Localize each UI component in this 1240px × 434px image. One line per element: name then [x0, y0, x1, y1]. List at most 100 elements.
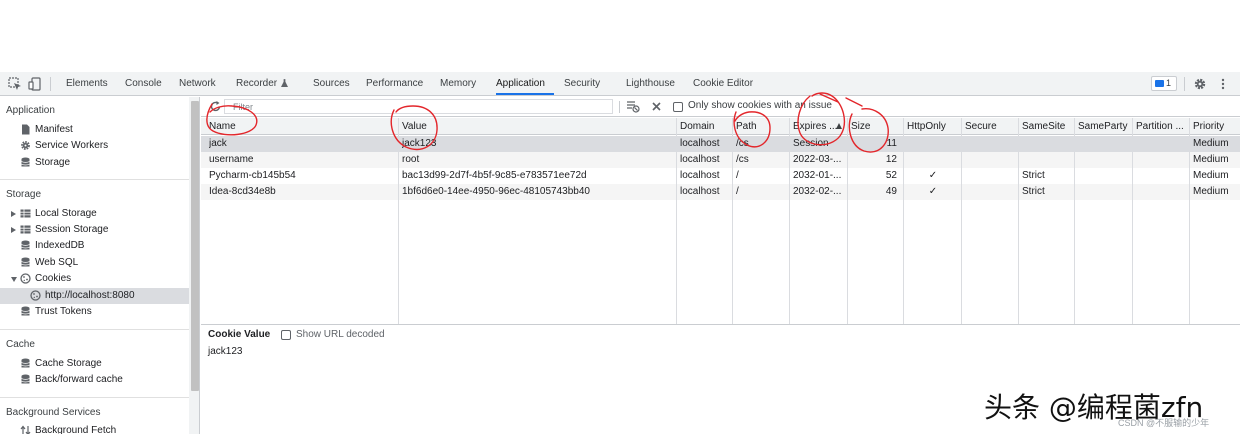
tab-performance[interactable]: Performance — [366, 72, 423, 95]
column-divider[interactable] — [847, 118, 848, 324]
cell-priority: Medium — [1193, 138, 1229, 149]
show-url-decoded-checkbox[interactable] — [281, 330, 291, 340]
column-header-secure[interactable]: Secure — [965, 118, 1017, 135]
expanded-arrow-icon[interactable] — [11, 277, 17, 282]
sidebar-item-cache-storage[interactable]: Cache Storage — [0, 356, 189, 372]
settings-gear-icon[interactable] — [1193, 77, 1207, 91]
cell-size: 52 — [885, 170, 897, 181]
tab-memory[interactable]: Memory — [440, 72, 476, 95]
column-divider[interactable] — [1132, 118, 1133, 324]
tab-lighthouse[interactable]: Lighthouse — [626, 72, 675, 95]
sidebar-item-cookies[interactable]: Cookies — [0, 271, 189, 287]
column-header-priority[interactable]: Priority — [1193, 118, 1238, 135]
cell-priority: Medium — [1193, 170, 1229, 181]
cell-secure — [965, 168, 1017, 184]
column-divider[interactable] — [1018, 118, 1019, 324]
cookie-icon — [30, 290, 41, 301]
cell-name: jack — [209, 138, 227, 149]
table-row[interactable]: Idea-8cd34e8b 1bf6d6e0-14ee-4950-96ec-481… — [201, 184, 1240, 200]
section-divider — [0, 329, 189, 330]
column-header-value[interactable]: Value — [402, 118, 672, 135]
column-header-domain[interactable]: Domain — [680, 118, 732, 135]
tab-security[interactable]: Security — [564, 72, 600, 95]
sidebar-item-local-storage[interactable]: Local Storage — [0, 206, 189, 222]
clear-filtered-cookies-icon[interactable] — [626, 100, 640, 113]
sidebar-item-background-fetch[interactable]: Background Fetch — [0, 423, 189, 434]
column-divider[interactable] — [732, 118, 733, 324]
column-header-partition[interactable]: Partition ... — [1136, 118, 1188, 135]
table-row[interactable]: Pycharm-cb145b54 bac13d99-2d7f-4b5f-9c85-… — [201, 168, 1240, 184]
section-header-storage: Storage — [6, 189, 42, 200]
cell-name: username — [209, 154, 254, 165]
sidebar-item-label: Storage — [35, 157, 71, 168]
cell-domain: localhost — [680, 170, 720, 181]
database-icon — [21, 374, 30, 384]
cell-expires: Session — [793, 138, 829, 149]
collapsed-arrow-icon[interactable] — [11, 226, 16, 233]
cell-expires: 2032-02-... — [793, 186, 842, 197]
column-header-name[interactable]: Name — [209, 118, 394, 135]
sidebar-item-storage[interactable]: Storage — [0, 155, 189, 171]
sidebar-item-label: Session Storage — [35, 224, 109, 235]
column-header-path[interactable]: Path — [736, 118, 788, 135]
device-toolbar-icon[interactable] — [28, 77, 42, 91]
tab-sources[interactable]: Sources — [313, 72, 350, 95]
sidebar-item-web-sql[interactable]: Web SQL — [0, 255, 189, 271]
sidebar-scrollbar-thumb[interactable] — [191, 101, 199, 391]
column-divider[interactable] — [1074, 118, 1075, 324]
refresh-icon[interactable] — [209, 100, 222, 113]
gear-icon — [21, 141, 30, 150]
cell-sameparty — [1078, 136, 1130, 152]
arrows-icon — [20, 425, 31, 434]
grid-icon — [20, 209, 31, 218]
only-issues-label: Only show cookies with an issue — [688, 100, 832, 111]
section-divider — [0, 179, 189, 180]
issues-counter-button[interactable]: 1 — [1151, 76, 1177, 91]
tab-console[interactable]: Console — [125, 72, 162, 95]
cell-secure — [965, 184, 1017, 200]
more-options-icon[interactable] — [1216, 77, 1230, 91]
sidebar-item-session-storage[interactable]: Session Storage — [0, 222, 189, 238]
database-icon — [21, 358, 30, 368]
column-header-size[interactable]: Size — [851, 118, 901, 135]
tab-elements[interactable]: Elements — [66, 72, 108, 95]
column-divider[interactable] — [789, 118, 790, 324]
grid-icon — [20, 225, 31, 234]
sidebar-item-service-workers[interactable]: Service Workers — [0, 138, 189, 154]
inspect-element-icon[interactable] — [8, 77, 22, 91]
column-divider[interactable] — [903, 118, 904, 324]
column-header-httponly[interactable]: HttpOnly — [907, 118, 959, 135]
table-row[interactable]: username root localhost/cs 2022-03-... 12 Med… — [201, 152, 1240, 168]
cell-httponly — [907, 152, 959, 168]
filter-input[interactable] — [224, 99, 613, 114]
column-divider[interactable] — [1189, 118, 1190, 324]
collapsed-arrow-icon[interactable] — [11, 210, 16, 217]
sidebar-item-trust-tokens[interactable]: Trust Tokens — [0, 304, 189, 320]
column-header-sameparty[interactable]: SameParty — [1078, 118, 1130, 135]
column-divider[interactable] — [961, 118, 962, 324]
sidebar-item-manifest[interactable]: Manifest — [0, 122, 189, 138]
delete-all-cookies-icon[interactable] — [651, 101, 662, 112]
column-divider[interactable] — [398, 118, 399, 324]
table-row[interactable]: jack jack123 localhost/cs Session 11 Medium — [201, 136, 1240, 152]
cell-name: Pycharm-cb145b54 — [209, 170, 296, 181]
sidebar-item-back-forward-cache[interactable]: Back/forward cache — [0, 372, 189, 388]
cell-domain: localhost — [680, 186, 720, 197]
column-header-samesite[interactable]: SameSite — [1022, 118, 1072, 135]
cell-size: 11 — [886, 138, 897, 149]
sidebar-item-http-localhost-8080[interactable]: http://localhost:8080 — [0, 288, 189, 304]
cell-partition — [1136, 136, 1188, 152]
cookie-value-title: Cookie Value — [208, 329, 271, 340]
column-divider[interactable] — [676, 118, 677, 324]
sidebar-item-indexeddb[interactable]: IndexedDB — [0, 238, 189, 254]
cookie-value-text[interactable]: jack123 — [208, 346, 242, 357]
tab-network[interactable]: Network — [179, 72, 216, 95]
only-issues-checkbox[interactable] — [673, 102, 683, 112]
section-header-background-services: Background Services — [6, 407, 101, 418]
database-icon — [21, 240, 30, 250]
tab-recorder[interactable]: Recorder — [236, 72, 277, 95]
tab-application[interactable]: Application — [496, 72, 554, 95]
application-sidebar: Application Manifest Service Workers Stora… — [0, 97, 200, 434]
tab-cookie-editor[interactable]: Cookie Editor — [693, 72, 753, 95]
sidebar-item-label: Local Storage — [35, 208, 97, 219]
